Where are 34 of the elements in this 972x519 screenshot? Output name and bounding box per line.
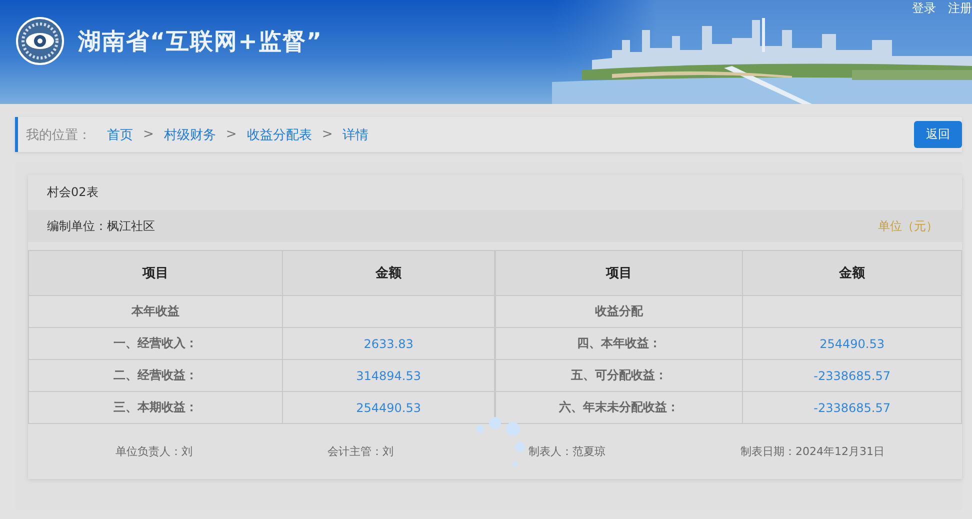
breadcrumb-link[interactable]: 详情 bbox=[342, 126, 369, 144]
signature-field: 制表日期：2024年12月31日 bbox=[740, 444, 884, 459]
header-link[interactable]: 注册 bbox=[948, 0, 972, 17]
breadcrumb-link[interactable]: 村级财务 bbox=[164, 126, 216, 144]
item-cell: 二、经营收益： bbox=[28, 360, 283, 392]
amount-cell: 254490.53 bbox=[742, 328, 962, 360]
site-title: 湖南省“互联网+监督” bbox=[78, 28, 323, 56]
report-code: 村会02表 bbox=[46, 184, 100, 201]
eye-emblem-icon bbox=[16, 17, 64, 65]
column-header: 项目 bbox=[494, 250, 743, 296]
currency-unit: 单位（元） bbox=[878, 218, 938, 234]
column-header: 金额 bbox=[282, 250, 495, 296]
separator: > bbox=[226, 127, 237, 142]
back-button[interactable]: 返回 bbox=[914, 121, 962, 148]
item-cell: 五、可分配收益： bbox=[494, 360, 743, 392]
item-cell: 收益分配 bbox=[494, 296, 743, 328]
separator: > bbox=[322, 127, 333, 142]
location-label: 我的位置： bbox=[26, 126, 91, 144]
breadcrumb-link[interactable]: 收益分配表 bbox=[246, 126, 312, 144]
item-cell: 四、本年收益： bbox=[494, 328, 743, 360]
signature-field: 单位负责人：刘 bbox=[116, 444, 192, 459]
header-link[interactable]: 登录 bbox=[912, 0, 936, 17]
column-header: 项目 bbox=[28, 250, 283, 296]
amount-cell: -2338685.57 bbox=[742, 392, 962, 424]
item-cell: 一、经营收入： bbox=[28, 328, 283, 360]
compiling-unit: 编制单位：枫江社区 bbox=[47, 218, 155, 234]
breadcrumb-link[interactable]: 首页 bbox=[107, 126, 133, 144]
amount-cell: -2338685.57 bbox=[742, 360, 962, 392]
item-cell: 三、本期收益： bbox=[28, 392, 283, 424]
signature-field: 会计主管：刘 bbox=[328, 444, 394, 459]
separator: > bbox=[143, 127, 154, 142]
column-header: 金额 bbox=[742, 250, 962, 296]
signature-field: 制表人：范夏琼 bbox=[528, 444, 606, 459]
item-cell: 本年收益 bbox=[28, 296, 283, 328]
